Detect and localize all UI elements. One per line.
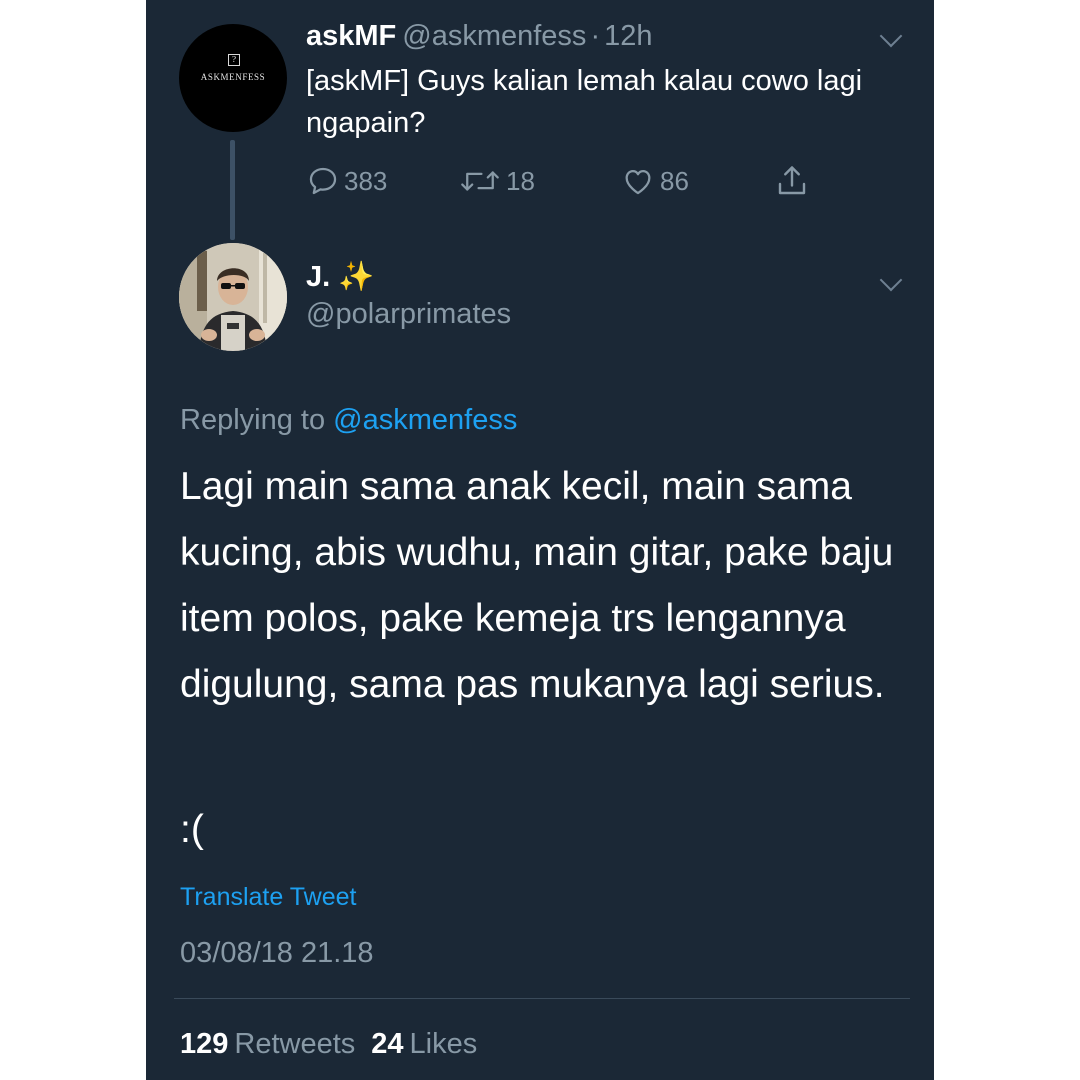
reply-emote: :(: [180, 808, 204, 851]
tweet-thread-screen: ? ASKMENFESS askMF @askmenfess · 12h [askMF…: [146, 0, 934, 1080]
retweets-stat[interactable]: 129 Retweets: [180, 1028, 371, 1060]
thread-connector-line: [230, 140, 235, 240]
reply-handle[interactable]: @polarprimates: [306, 298, 511, 331]
retweet-count: 18: [506, 165, 535, 196]
reply-count: 383: [344, 165, 388, 196]
original-tweet-text: [askMF] Guys kalian lemah kalau cowo lag…: [306, 65, 863, 139]
likes-count: 24: [371, 1028, 404, 1060]
original-handle[interactable]: @askmenfess: [402, 20, 586, 52]
translate-tweet-link[interactable]: Translate Tweet: [180, 883, 356, 912]
original-time-ago: 12h: [604, 20, 653, 52]
like-icon: [625, 169, 651, 195]
reply-display-name[interactable]: J. ✨: [306, 260, 374, 294]
likes-stat[interactable]: 24 Likes: [371, 1028, 493, 1060]
retweet-icon: [461, 171, 499, 191]
tweet-stats: 129 Retweets 24 Likes: [180, 1028, 493, 1061]
tweet-timestamp: 03/08/18 21.18: [180, 937, 374, 969]
share-icon: [778, 166, 806, 195]
sparkles-icon: ✨: [338, 261, 375, 293]
profile-photo: [179, 243, 287, 351]
header-separator: ·: [590, 20, 601, 52]
likes-label: Likes: [409, 1028, 478, 1060]
polarprimates-avatar[interactable]: [179, 243, 287, 351]
askmf-logo-mark: ?: [228, 54, 240, 66]
retweets-label: Retweets: [234, 1028, 356, 1060]
retweet-button[interactable]: 18: [458, 163, 535, 199]
share-button[interactable]: [774, 163, 810, 199]
replying-prefix: Replying to: [180, 404, 326, 436]
chevron-down-icon[interactable]: [879, 24, 903, 48]
like-count: 86: [660, 165, 689, 196]
retweets-count: 129: [180, 1028, 229, 1060]
reply-tweet-text: Lagi main sama anak kecil, main sama kuc…: [180, 465, 894, 706]
askmf-avatar[interactable]: ? ASKMENFESS: [179, 24, 287, 132]
replying-mention-link[interactable]: @askmenfess: [333, 404, 517, 436]
stats-divider: [174, 998, 910, 999]
reply-icon: [309, 167, 337, 195]
original-display-name[interactable]: askMF: [306, 20, 396, 52]
like-button[interactable]: 86: [620, 163, 689, 199]
reply-name-text: J.: [306, 261, 331, 293]
replying-to-line: Replying to @askmenfess: [180, 404, 517, 437]
reply-button[interactable]: 383: [306, 163, 387, 199]
chevron-down-icon[interactable]: [879, 268, 903, 292]
askmf-logo-text: ASKMENFESS: [200, 72, 266, 82]
original-tweet-header: askMF @askmenfess · 12h: [306, 20, 653, 56]
